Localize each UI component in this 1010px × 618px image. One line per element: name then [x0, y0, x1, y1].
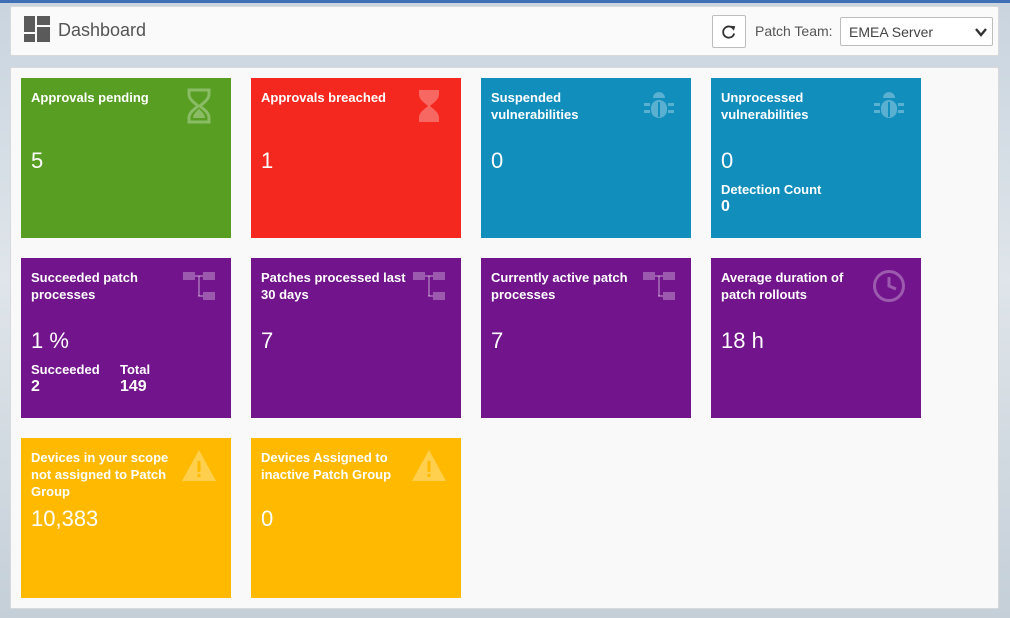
- sitemap-icon: [643, 272, 675, 300]
- tile-devices-inactive-group[interactable]: Devices Assigned to inactive Patch Group…: [251, 438, 461, 598]
- tile-unprocessed-vulnerabilities[interactable]: Unprocessed vulnerabilities 0 Detection …: [711, 78, 921, 238]
- tile-label: Average duration of patch rollouts: [721, 270, 844, 302]
- tile-average-duration[interactable]: Average duration of patch rollouts 18 h: [711, 258, 921, 418]
- tile-patches-processed[interactable]: Patches processed last 30 days 7: [251, 258, 461, 418]
- warning-icon: [412, 450, 446, 481]
- tile-label: Approvals breached: [261, 90, 386, 105]
- tile-suspended-vulnerabilities[interactable]: Suspended vulnerabilities 0: [481, 78, 691, 238]
- warning-icon: [182, 450, 216, 481]
- tile-label: Devices Assigned to inactive Patch Group: [261, 450, 392, 482]
- detection-count-label: Detection Count: [721, 182, 822, 197]
- sitemap-icon: [183, 272, 215, 300]
- hourglass-icon: [187, 88, 211, 124]
- sitemap-icon: [413, 272, 445, 300]
- total-label: Total: [120, 362, 151, 377]
- tile-active-patch-processes[interactable]: Currently active patch processes 7: [481, 258, 691, 418]
- tile-approvals-breached[interactable]: Approvals breached 1: [251, 78, 461, 238]
- tile-value: 1 %: [31, 328, 69, 353]
- tile-value: 0: [721, 148, 734, 173]
- tile-value: 7: [261, 328, 274, 353]
- tile-value: 18 h: [721, 328, 764, 353]
- succeeded-label: Succeeded: [31, 362, 100, 377]
- tile-devices-not-assigned[interactable]: Devices in your scope not assigned to Pa…: [21, 438, 231, 598]
- tiles-panel: Approvals pending 5 Approvals breached 1…: [10, 67, 999, 609]
- hourglass-icon: [419, 90, 439, 122]
- tile-value: 7: [491, 328, 504, 353]
- tile-label: Succeeded patch processes: [31, 270, 138, 302]
- patch-team-value: EMEA Server: [849, 24, 934, 40]
- patch-team-label: Patch Team:: [755, 23, 833, 39]
- tile-label: Unprocessed vulnerabilities: [721, 90, 809, 122]
- bug-icon: [874, 92, 904, 118]
- patch-team-select[interactable]: EMEA Server: [840, 17, 993, 46]
- dashboard-icon: [24, 16, 50, 42]
- window-top-strip: [0, 0, 1010, 3]
- total-value: 149: [120, 378, 147, 395]
- header-bar: Dashboard Patch Team: EMEA Server: [10, 6, 999, 56]
- bug-icon: [644, 92, 674, 118]
- tile-succeeded-patch-processes[interactable]: Succeeded patch processes 1 % Succeeded …: [21, 258, 231, 418]
- chevron-down-icon: [975, 28, 987, 37]
- clock-icon: [873, 270, 905, 302]
- tile-value: 5: [31, 148, 44, 173]
- tile-label: Currently active patch processes: [491, 270, 628, 302]
- refresh-icon: [722, 25, 736, 39]
- detection-count-value: 0: [721, 198, 730, 215]
- tile-label: Suspended vulnerabilities: [491, 90, 579, 122]
- refresh-button[interactable]: [712, 15, 746, 48]
- tile-value: 0: [491, 148, 504, 173]
- tile-value: 0: [261, 506, 274, 531]
- tile-label: Approvals pending: [31, 90, 149, 105]
- succeeded-value: 2: [31, 378, 40, 395]
- page-title: Dashboard: [58, 20, 147, 40]
- tile-value: 10,383: [31, 506, 99, 531]
- tile-label: Devices in your scope not assigned to Pa…: [31, 450, 169, 499]
- tile-label: Patches processed last 30 days: [261, 270, 406, 302]
- tile-approvals-pending[interactable]: Approvals pending 5: [21, 78, 231, 238]
- tile-value: 1: [261, 148, 274, 173]
